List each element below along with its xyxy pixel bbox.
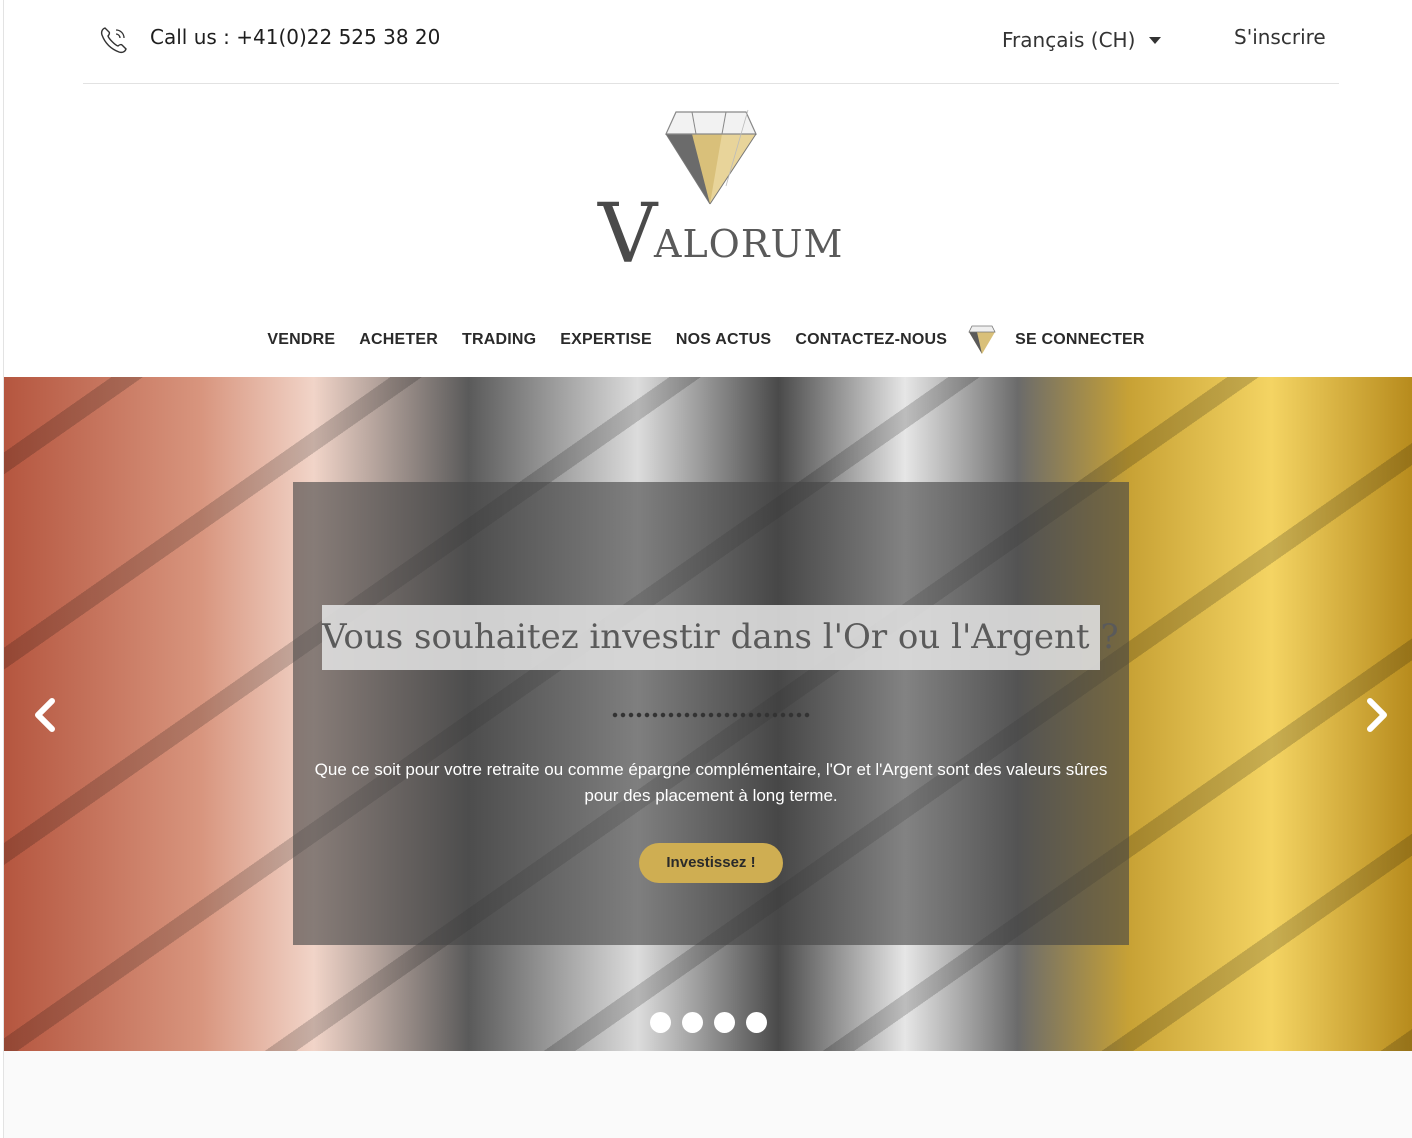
chevron-left-icon[interactable] — [30, 695, 60, 735]
valorum-logo[interactable]: V ALORUM — [596, 106, 842, 284]
nav-expertise[interactable]: EXPERTISE — [560, 331, 652, 349]
hero-headline: Vous souhaitez investir dans l'Or ou l'A… — [322, 605, 1119, 670]
logo-letter-v: V — [598, 187, 658, 282]
chevron-right-icon[interactable] — [1362, 695, 1392, 735]
next-section — [4, 1051, 1412, 1138]
language-selector[interactable]: Français (CH) — [1002, 28, 1162, 52]
carousel-dot-4[interactable] — [746, 1012, 767, 1033]
invest-button[interactable]: Investissez ! — [639, 843, 783, 883]
carousel-dot-2[interactable] — [682, 1012, 703, 1033]
main-navigation: VENDRE ACHETER TRADING EXPERTISE NOS ACT… — [0, 322, 1412, 358]
top-bar: Call us : +41(0)22 525 38 20 Français (C… — [83, 0, 1339, 84]
nav-se-connecter[interactable]: SE CONNECTER — [1015, 331, 1145, 349]
signup-link[interactable]: S'inscrire — [1234, 25, 1326, 49]
carousel-indicators — [650, 1012, 767, 1033]
logo-wordmark: V ALORUM — [596, 187, 842, 284]
logo-letters: ALORUM — [654, 222, 844, 266]
phone-number[interactable]: Call us : +41(0)22 525 38 20 — [150, 25, 440, 49]
nav-acheter[interactable]: ACHETER — [359, 331, 438, 349]
diamond-icon — [968, 325, 996, 354]
carousel-dot-1[interactable] — [650, 1012, 671, 1033]
hero-carousel: Vous souhaitez investir dans l'Or ou l'A… — [4, 377, 1412, 1051]
nav-vendre[interactable]: VENDRE — [267, 331, 335, 349]
language-label: Français (CH) — [1002, 28, 1136, 52]
caret-down-icon — [1149, 36, 1162, 44]
hero-caption-box: Vous souhaitez investir dans l'Or ou l'A… — [293, 482, 1129, 945]
nav-contactez-nous[interactable]: CONTACTEZ-NOUS — [795, 331, 947, 349]
phone-icon — [100, 27, 127, 54]
carousel-dot-3[interactable] — [714, 1012, 735, 1033]
dotted-divider — [611, 712, 811, 718]
nav-nos-actus[interactable]: NOS ACTUS — [676, 331, 771, 349]
hero-description: Que ce soit pour votre retraite ou comme… — [314, 760, 1108, 805]
nav-trading[interactable]: TRADING — [462, 331, 536, 349]
